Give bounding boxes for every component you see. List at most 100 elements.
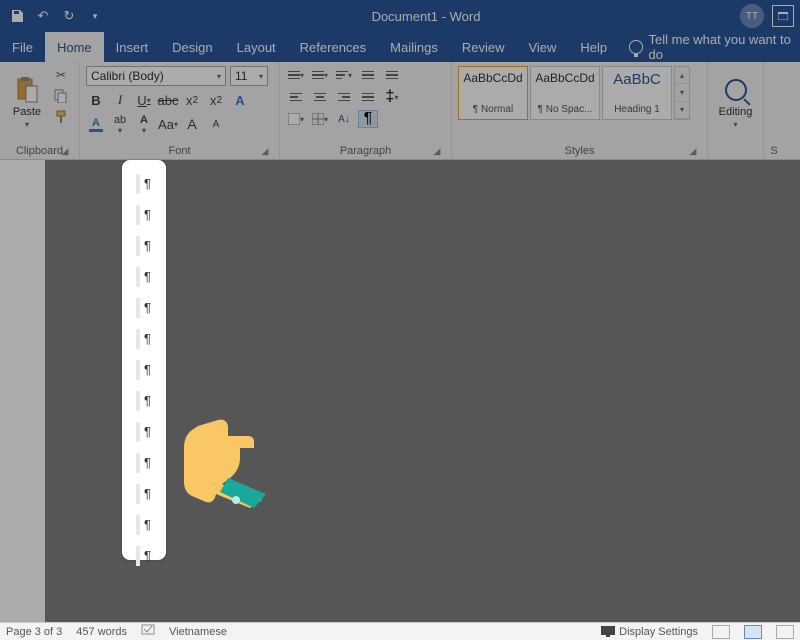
document-area[interactable] (0, 160, 800, 622)
tab-view[interactable]: View (516, 32, 568, 62)
subscript-button[interactable]: x2 (182, 90, 202, 110)
ribbon-display-icon[interactable] (772, 5, 794, 27)
font-color-button[interactable]: A▾ (134, 114, 154, 134)
paragraph-mark: ¶ (122, 292, 166, 323)
style-preview: AaBbCcDd (463, 71, 522, 85)
undo-icon[interactable]: ↶ (32, 5, 54, 27)
read-mode-button[interactable] (712, 625, 730, 639)
chevron-down-icon: ▾ (733, 120, 737, 129)
page-indicator[interactable]: Page 3 of 3 (6, 626, 62, 638)
styles-more-icon[interactable]: ▾ (675, 102, 689, 119)
align-left-button[interactable] (286, 88, 306, 106)
style-name: Heading 1 (614, 104, 660, 115)
chevron-down-icon: ▾ (259, 72, 263, 81)
paragraph-mark: ¶ (122, 385, 166, 416)
paragraph-mark: ¶ (122, 199, 166, 230)
borders-button[interactable]: ▾ (310, 110, 330, 128)
font-name-combo[interactable]: Calibri (Body) ▾ (86, 66, 226, 86)
italic-button[interactable]: I (110, 90, 130, 110)
proofing-icon[interactable] (141, 624, 155, 639)
sort-button[interactable]: A↓ (334, 110, 354, 128)
paragraph-mark: ¶ (122, 478, 166, 509)
font-size-combo[interactable]: 11 ▾ (230, 66, 268, 86)
scroll-up-icon[interactable]: ▴ (675, 67, 689, 84)
scroll-down-icon[interactable]: ▾ (675, 84, 689, 101)
decrease-indent-button[interactable] (358, 66, 378, 84)
redo-icon[interactable]: ↻ (58, 5, 80, 27)
style-normal[interactable]: AaBbCcDd ¶ Normal (458, 66, 528, 120)
bold-button[interactable]: B (86, 90, 106, 110)
superscript-button[interactable]: x2 (206, 90, 226, 110)
underline-button[interactable]: U▾ (134, 90, 154, 110)
web-layout-button[interactable] (776, 625, 794, 639)
shrink-font-button[interactable]: A (206, 114, 226, 134)
paste-button[interactable]: Paste ▾ (6, 66, 48, 138)
quick-access-toolbar: ↶ ↻ ▾ (0, 5, 112, 27)
increase-indent-button[interactable] (382, 66, 402, 84)
chevron-down-icon: ▾ (25, 120, 29, 129)
multilevel-list-button[interactable]: ▾ (334, 66, 354, 84)
style-no-spacing[interactable]: AaBbCcDd ¶ No Spac... (530, 66, 600, 120)
show-hide-paragraph-button[interactable]: ¶ (358, 110, 378, 128)
tab-file[interactable]: File (0, 32, 45, 62)
align-right-button[interactable] (334, 88, 354, 106)
tab-review[interactable]: Review (450, 32, 517, 62)
tab-insert[interactable]: Insert (104, 32, 161, 62)
chevron-down-icon: ▾ (217, 72, 221, 81)
tell-me-search[interactable]: Tell me what you want to do (619, 32, 800, 62)
shading-button[interactable]: ▾ (286, 110, 306, 128)
style-name: ¶ No Spac... (538, 104, 593, 115)
word-count[interactable]: 457 words (76, 626, 127, 638)
save-icon[interactable] (6, 5, 28, 27)
line-spacing-button[interactable]: ‡▾ (382, 88, 402, 106)
paste-icon (13, 76, 41, 104)
styles-launcher-icon[interactable]: ◢ (687, 145, 699, 157)
change-case-button[interactable]: Aa▾ (158, 114, 178, 134)
paragraph-launcher-icon[interactable]: ◢ (431, 145, 443, 157)
style-preview: AaBbC (613, 71, 661, 88)
tab-home[interactable]: Home (45, 32, 104, 62)
display-settings-icon[interactable]: Display Settings (601, 626, 698, 638)
strikethrough-button[interactable]: abc (158, 90, 178, 110)
truncated-label: S (770, 145, 777, 157)
tab-references[interactable]: References (288, 32, 378, 62)
editing-button[interactable]: Editing ▾ (715, 66, 757, 138)
font-highlight-color-button[interactable]: ab▾ (110, 114, 130, 134)
highlight-callout: ¶¶¶¶¶¶¶¶¶¶¶¶¶ (122, 160, 166, 560)
qat-customize-icon[interactable]: ▾ (84, 5, 106, 27)
numbering-button[interactable]: ▾ (310, 66, 330, 84)
style-name: ¶ Normal (473, 104, 513, 115)
find-icon (725, 79, 747, 101)
grow-font-button[interactable]: A (182, 114, 202, 134)
paragraph-mark: ¶ (122, 509, 166, 540)
style-heading-1[interactable]: AaBbC Heading 1 (602, 66, 672, 120)
styles-group-label: Styles (565, 145, 595, 157)
pointing-hand-icon (170, 408, 275, 518)
lightbulb-icon (629, 40, 642, 54)
paragraph-mark: ¶ (122, 261, 166, 292)
styles-gallery[interactable]: AaBbCcDd ¶ Normal AaBbCcDd ¶ No Spac... … (458, 66, 690, 120)
font-launcher-icon[interactable]: ◢ (259, 145, 271, 157)
tab-mailings[interactable]: Mailings (378, 32, 450, 62)
format-painter-icon[interactable] (52, 108, 70, 126)
text-highlight-button[interactable]: A (86, 114, 106, 134)
justify-button[interactable] (358, 88, 378, 106)
title-bar: ↶ ↻ ▾ Document1 - Word TT (0, 0, 800, 32)
tab-help[interactable]: Help (568, 32, 619, 62)
group-clipboard: Paste ▾ ✂ Clipboard◢ (0, 62, 80, 159)
status-bar: Page 3 of 3 457 words Vietnamese Display… (0, 622, 800, 640)
clipboard-launcher-icon[interactable]: ◢ (59, 145, 71, 157)
styles-scroll[interactable]: ▴ ▾ ▾ (674, 66, 690, 120)
print-layout-button[interactable] (744, 625, 762, 639)
tab-design[interactable]: Design (160, 32, 224, 62)
align-center-button[interactable] (310, 88, 330, 106)
bullets-button[interactable]: ▾ (286, 66, 306, 84)
language-indicator[interactable]: Vietnamese (169, 626, 227, 638)
text-effects-button[interactable]: A (230, 90, 250, 110)
paste-label: Paste (13, 106, 41, 118)
cut-icon[interactable]: ✂ (52, 66, 70, 84)
user-avatar[interactable]: TT (740, 4, 764, 28)
tab-layout[interactable]: Layout (225, 32, 288, 62)
copy-icon[interactable] (52, 87, 70, 105)
ribbon-tabs: File Home Insert Design Layout Reference… (0, 32, 800, 62)
